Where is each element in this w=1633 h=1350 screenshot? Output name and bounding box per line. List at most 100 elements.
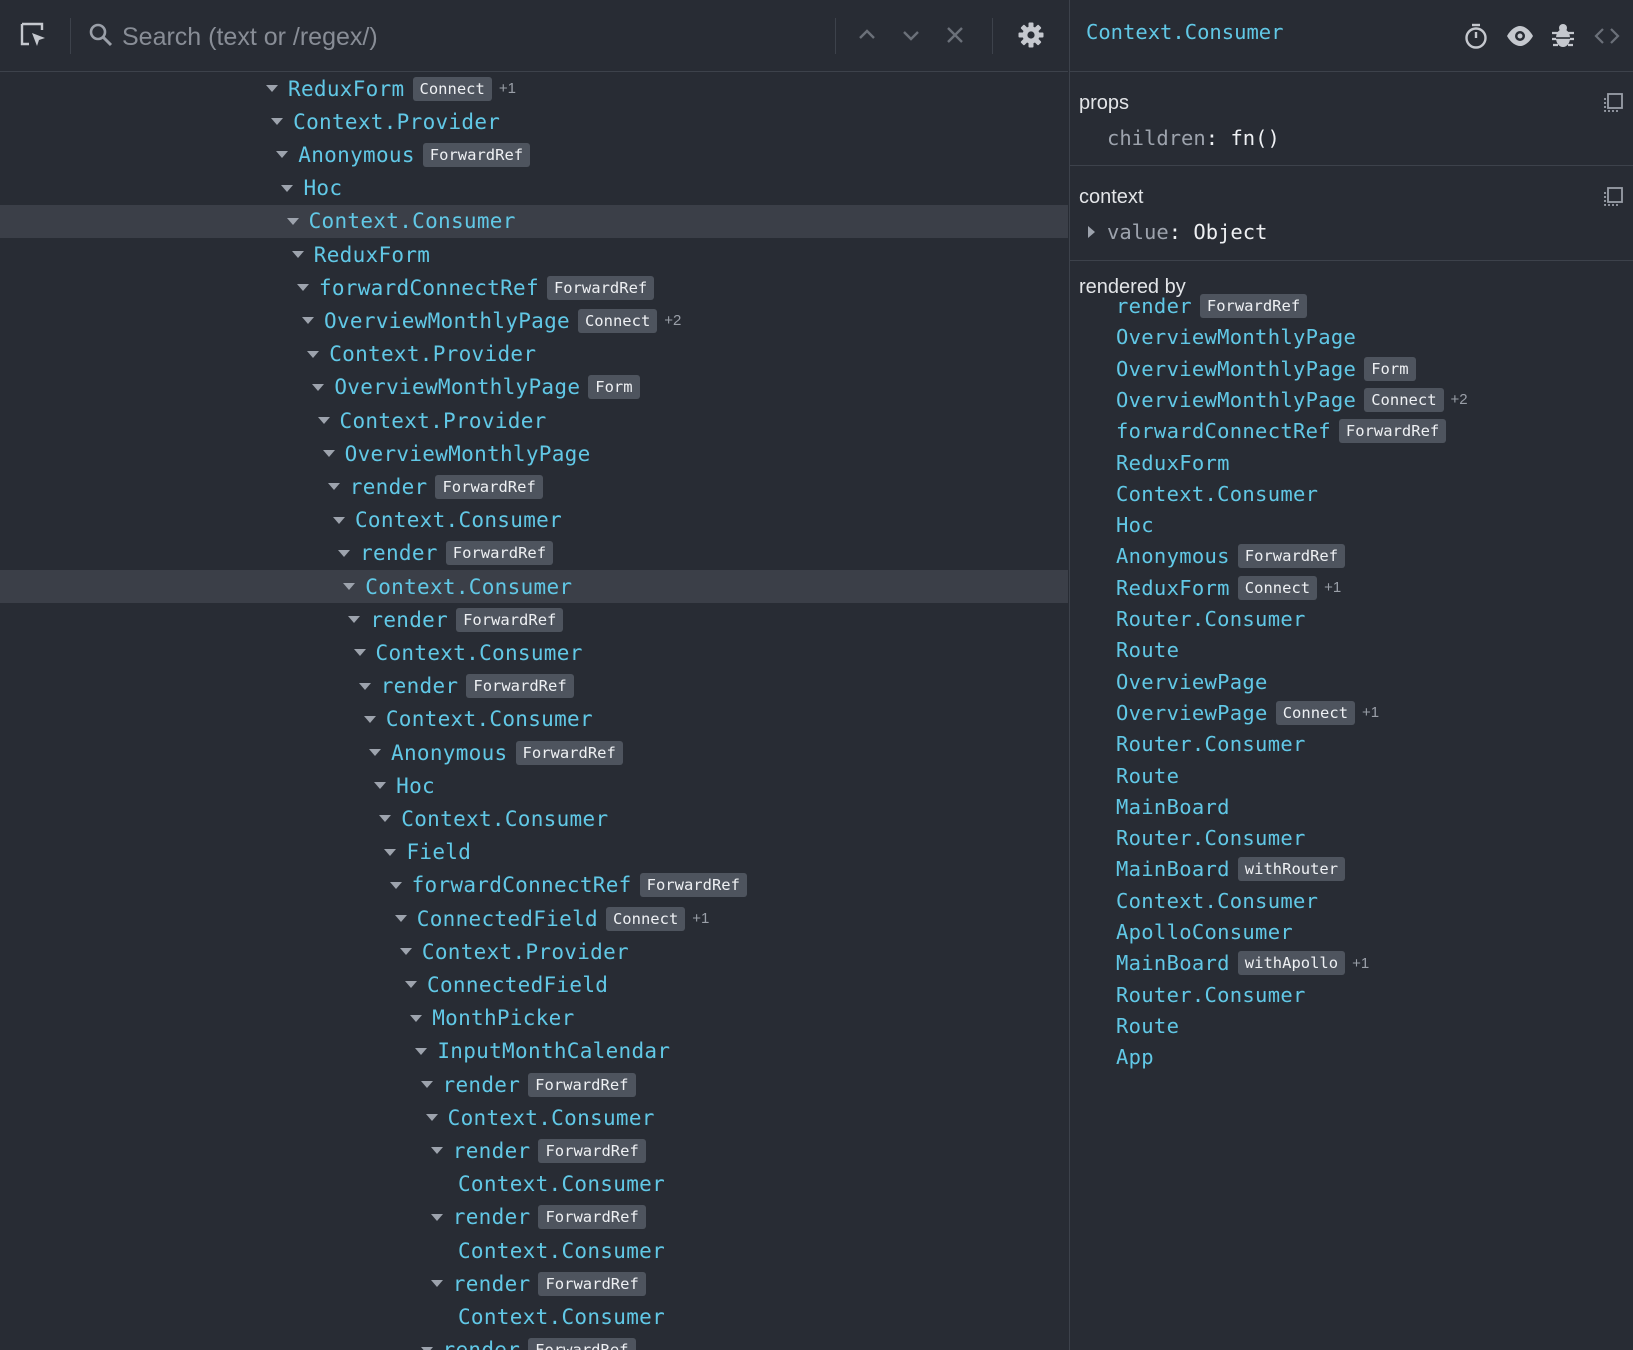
tree-row[interactable]: Context.Consumer xyxy=(0,1168,1068,1201)
expand-toggle-icon[interactable] xyxy=(338,549,351,557)
expand-toggle-icon[interactable] xyxy=(410,1014,423,1022)
copy-props-icon[interactable] xyxy=(1602,92,1624,114)
expand-toggle-icon[interactable] xyxy=(425,1114,438,1122)
tree-row[interactable]: Context.Consumer xyxy=(0,636,1068,669)
rendered-by-item[interactable]: MainBoard xyxy=(1116,792,1230,822)
tree-row[interactable]: Context.Provider xyxy=(0,105,1068,138)
tree-row[interactable]: Context.Consumer xyxy=(0,1101,1068,1134)
expand-toggle-icon[interactable] xyxy=(384,848,397,856)
context-row[interactable]: value: Object xyxy=(1088,220,1267,244)
expand-toggle-icon[interactable] xyxy=(374,782,387,790)
tree-row[interactable]: Context.Provider xyxy=(0,338,1068,371)
tree-row[interactable]: Context.Consumer xyxy=(0,802,1068,835)
inspect-dom-icon[interactable] xyxy=(1504,20,1536,52)
tree-row[interactable]: Context.Provider xyxy=(0,404,1068,437)
expand-toggle-icon[interactable] xyxy=(430,1213,443,1221)
expand-toggle-icon[interactable] xyxy=(286,217,299,225)
rendered-by-item[interactable]: OverviewPage xyxy=(1116,667,1268,697)
clear-search-icon[interactable] xyxy=(940,20,970,50)
expand-toggle-icon[interactable] xyxy=(405,981,418,989)
expand-toggle-icon[interactable] xyxy=(379,815,392,823)
expand-toggle-icon[interactable] xyxy=(430,1147,443,1155)
expand-toggle-icon[interactable] xyxy=(348,616,361,624)
expand-toggle-icon[interactable] xyxy=(302,317,315,325)
expand-toggle-icon[interactable] xyxy=(369,749,381,757)
rendered-by-item[interactable]: Router.Consumer xyxy=(1116,729,1306,759)
rendered-by-item[interactable]: Anonymous ForwardRef xyxy=(1116,541,1346,571)
tree-row[interactable]: ConnectedField Connect +1 xyxy=(0,902,1068,935)
rendered-by-item[interactable]: OverviewMonthlyPage Form xyxy=(1116,354,1416,384)
rendered-by-item[interactable]: Context.Consumer xyxy=(1116,479,1318,509)
tree-row[interactable]: render ForwardRef xyxy=(0,1267,1068,1300)
tree-row[interactable]: render ForwardRef xyxy=(0,670,1068,703)
tree-row[interactable]: render ForwardRef xyxy=(0,1068,1068,1101)
tree-row[interactable]: render ForwardRef xyxy=(0,1201,1068,1234)
rendered-by-item[interactable]: OverviewPage Connect +1 xyxy=(1116,698,1379,728)
expand-toggle-icon[interactable] xyxy=(343,583,356,591)
tree-row[interactable]: forwardConnectRef ForwardRef xyxy=(0,271,1068,304)
expand-toggle-icon[interactable] xyxy=(420,1081,433,1089)
rendered-by-item[interactable]: ReduxForm xyxy=(1116,448,1230,478)
rendered-by-item[interactable]: forwardConnectRef ForwardRef xyxy=(1116,416,1447,446)
tree-row[interactable]: OverviewMonthlyPage Connect +2 xyxy=(0,304,1068,337)
expand-toggle-icon[interactable] xyxy=(332,516,345,524)
expand-toggle-icon[interactable] xyxy=(271,118,284,126)
rendered-by-item[interactable]: ReduxForm Connect +1 xyxy=(1116,573,1341,603)
expand-toggle-icon[interactable] xyxy=(266,85,278,93)
tree-row[interactable]: Hoc xyxy=(0,172,1068,205)
rendered-by-item[interactable]: MainBoard withRouter xyxy=(1116,854,1346,884)
rendered-by-item[interactable]: Route xyxy=(1116,635,1179,665)
search-input[interactable] xyxy=(120,14,824,60)
tree-row[interactable]: render ForwardRef xyxy=(0,1334,1068,1350)
tree-row[interactable]: Anonymous ForwardRef xyxy=(0,736,1068,769)
expand-toggle-icon[interactable] xyxy=(281,184,294,192)
rendered-by-item[interactable]: OverviewMonthlyPage Connect +2 xyxy=(1116,385,1468,415)
tree-row[interactable]: OverviewMonthlyPage xyxy=(0,437,1068,470)
expand-toggle-icon[interactable] xyxy=(389,881,402,889)
tree-row[interactable]: forwardConnectRef ForwardRef xyxy=(0,869,1068,902)
expand-toggle-icon[interactable] xyxy=(307,350,320,358)
view-source-icon[interactable] xyxy=(1591,20,1623,52)
next-result-icon[interactable] xyxy=(896,20,926,50)
rendered-by-item[interactable]: App xyxy=(1116,1042,1154,1072)
tree-row[interactable]: render ForwardRef xyxy=(0,603,1068,636)
tree-row[interactable]: render ForwardRef xyxy=(0,470,1068,503)
log-data-icon[interactable] xyxy=(1547,20,1579,52)
expand-toggle-icon[interactable] xyxy=(415,1047,428,1055)
settings-icon[interactable] xyxy=(1015,19,1047,51)
component-tree[interactable]: ReduxForm Connect +1 Context.Provider Anonym… xyxy=(0,72,1068,1350)
tree-row[interactable]: OverviewMonthlyPage Form xyxy=(0,371,1068,404)
expand-toggle-icon[interactable] xyxy=(363,715,376,723)
tree-row[interactable]: render ForwardRef xyxy=(0,537,1068,570)
expand-arrow-icon[interactable] xyxy=(1088,226,1095,238)
tree-row[interactable]: Field xyxy=(0,836,1068,869)
expand-toggle-icon[interactable] xyxy=(399,948,412,956)
tree-row[interactable]: ReduxForm xyxy=(0,238,1068,271)
prop-row[interactable]: children: fn() xyxy=(1107,126,1280,150)
rendered-by-item[interactable]: Route xyxy=(1116,1011,1179,1041)
previous-result-icon[interactable] xyxy=(852,20,882,50)
tree-row[interactable]: Context.Consumer xyxy=(0,504,1068,537)
tree-row[interactable]: Hoc xyxy=(0,769,1068,802)
copy-context-icon[interactable] xyxy=(1602,186,1624,208)
select-element-icon[interactable] xyxy=(18,20,50,52)
rendered-by-item[interactable]: Route xyxy=(1116,761,1179,791)
expand-toggle-icon[interactable] xyxy=(322,450,335,458)
tree-row[interactable]: Context.Consumer xyxy=(0,204,1068,238)
rendered-by-item[interactable]: ApolloConsumer xyxy=(1116,917,1293,947)
tree-row[interactable]: ConnectedField xyxy=(0,968,1068,1001)
rendered-by-item[interactable]: render ForwardRef xyxy=(1116,291,1308,321)
expand-toggle-icon[interactable] xyxy=(358,682,371,690)
suspend-icon[interactable] xyxy=(1460,20,1492,52)
rendered-by-item[interactable]: Hoc xyxy=(1116,510,1154,540)
expand-toggle-icon[interactable] xyxy=(353,649,366,657)
expand-toggle-icon[interactable] xyxy=(276,151,289,159)
expand-toggle-icon[interactable] xyxy=(394,915,407,923)
rendered-by-item[interactable]: Router.Consumer xyxy=(1116,980,1306,1010)
tree-row[interactable]: Context.Consumer xyxy=(0,703,1068,736)
tree-row[interactable]: Context.Consumer xyxy=(0,570,1068,604)
tree-row[interactable]: render ForwardRef xyxy=(0,1134,1068,1167)
rendered-by-item[interactable]: Context.Consumer xyxy=(1116,886,1318,916)
tree-row[interactable]: Context.Consumer xyxy=(0,1300,1068,1333)
rendered-by-item[interactable]: Router.Consumer xyxy=(1116,604,1306,634)
